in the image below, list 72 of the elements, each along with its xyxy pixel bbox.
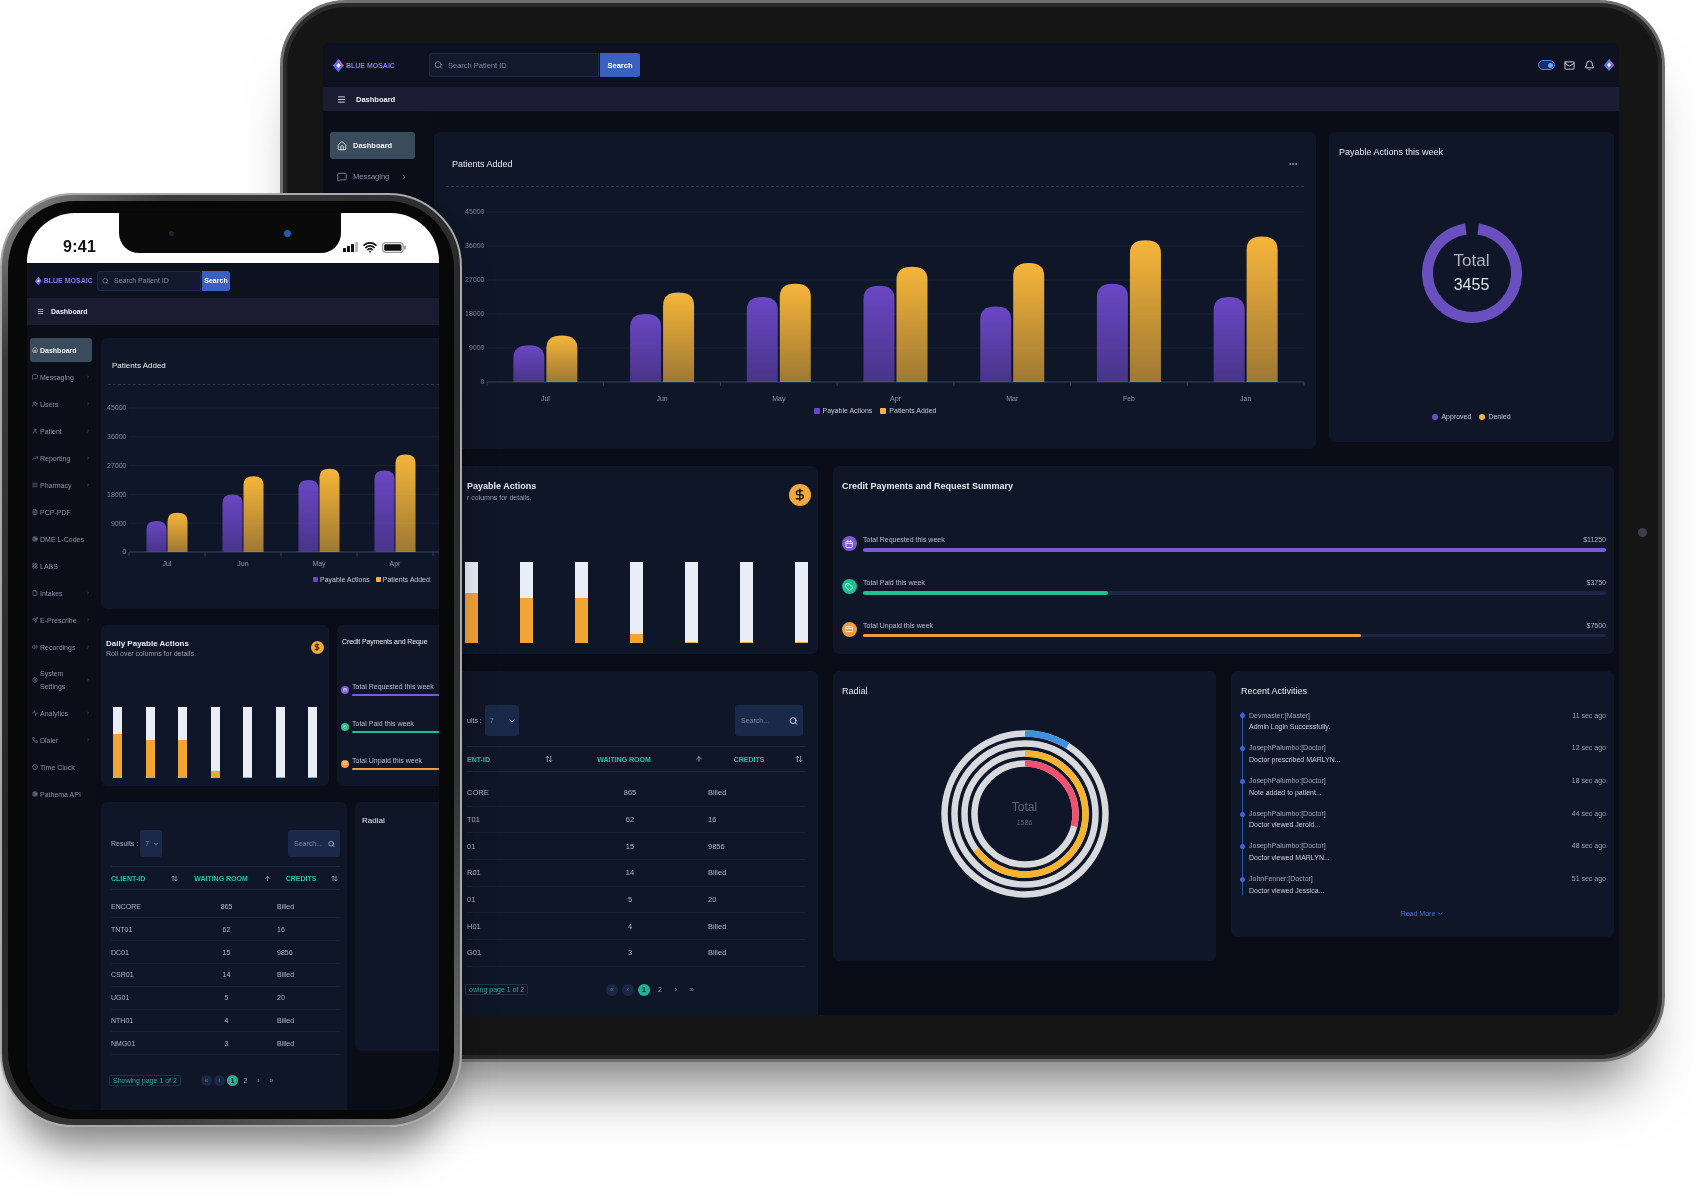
send-icon: [32, 617, 38, 623]
status-time: 9:41: [63, 238, 97, 256]
sensor-icon: [169, 230, 174, 236]
dot-icon: [1240, 778, 1245, 784]
search-icon: [434, 60, 443, 70]
cog-icon: [32, 536, 38, 542]
sort-icon: [331, 874, 338, 882]
total-label: Total: [1011, 800, 1038, 815]
dot-icon: [1240, 713, 1245, 719]
sort-icon: [171, 874, 178, 882]
card-title: Radial: [362, 816, 385, 826]
dot-icon: [1240, 844, 1245, 850]
chart-bar: [546, 335, 578, 382]
chat-icon: [32, 374, 38, 380]
trend-icon: [32, 455, 38, 461]
search-icon: [102, 277, 109, 284]
total-value: 3455: [1453, 275, 1490, 294]
signal-icon: [343, 242, 358, 252]
card-title: Patients Added: [452, 159, 513, 170]
file-icon: [32, 509, 38, 515]
search-icon: [328, 840, 335, 847]
card-title: Recent Activities: [1241, 686, 1308, 697]
menu-icon[interactable]: [337, 94, 346, 104]
dot-icon: [1240, 811, 1245, 817]
card-title: Radial: [842, 686, 868, 697]
camera-icon: [1638, 528, 1647, 537]
total-label: Total: [1453, 252, 1490, 271]
settings-icon: [32, 677, 38, 683]
home-icon: [337, 140, 347, 151]
gem-icon[interactable]: [1603, 59, 1614, 71]
mail-icon[interactable]: [1563, 59, 1575, 71]
sort-icon: [545, 755, 553, 763]
card-title: Daily Payable Actions: [106, 639, 190, 649]
dollar-icon: [789, 484, 811, 506]
battery-icon: [382, 241, 406, 253]
arrow-up-icon: [695, 755, 703, 763]
list-icon: [32, 482, 38, 488]
diamond-icon: [333, 58, 344, 72]
card-title: Credit Payments and Request Summary: [842, 481, 1014, 492]
camera-icon: [284, 229, 291, 237]
sort-icon: [795, 755, 803, 763]
clock-icon: [32, 764, 38, 770]
chevron-down-icon: [153, 840, 160, 847]
speaker-icon: [32, 644, 38, 650]
grid-icon: [32, 563, 38, 569]
chart-bar: [630, 313, 662, 382]
dollar-icon: [311, 641, 324, 654]
wifi-icon: [363, 240, 377, 254]
chart-bar: [146, 520, 167, 552]
dot-icon: [1240, 746, 1245, 752]
arrow-up-icon: [264, 874, 271, 882]
chart-bar: [167, 512, 188, 552]
chat-icon: [337, 171, 347, 182]
menu-icon[interactable]: [37, 308, 44, 315]
card-title: Patients Added: [112, 361, 166, 371]
pulse-icon: [32, 710, 38, 716]
phone-icon: [32, 737, 38, 743]
cog-icon: [32, 791, 38, 797]
diamond-icon: [35, 276, 42, 285]
bell-icon[interactable]: [1583, 59, 1595, 71]
search-icon: [789, 716, 798, 725]
chart-bar: [222, 494, 243, 552]
file-icon: [32, 590, 38, 596]
chevron-down-icon: [1437, 909, 1445, 917]
user-plus-icon: [32, 401, 38, 407]
user-icon: [32, 428, 38, 434]
toggle-switch[interactable]: [1537, 60, 1555, 70]
chart-bar: [513, 345, 545, 382]
card-title: Payable Actions: [467, 481, 537, 492]
dot-icon: [1240, 876, 1245, 882]
card-title: Payable Actions this week: [1339, 147, 1444, 158]
home-icon: [32, 347, 38, 353]
